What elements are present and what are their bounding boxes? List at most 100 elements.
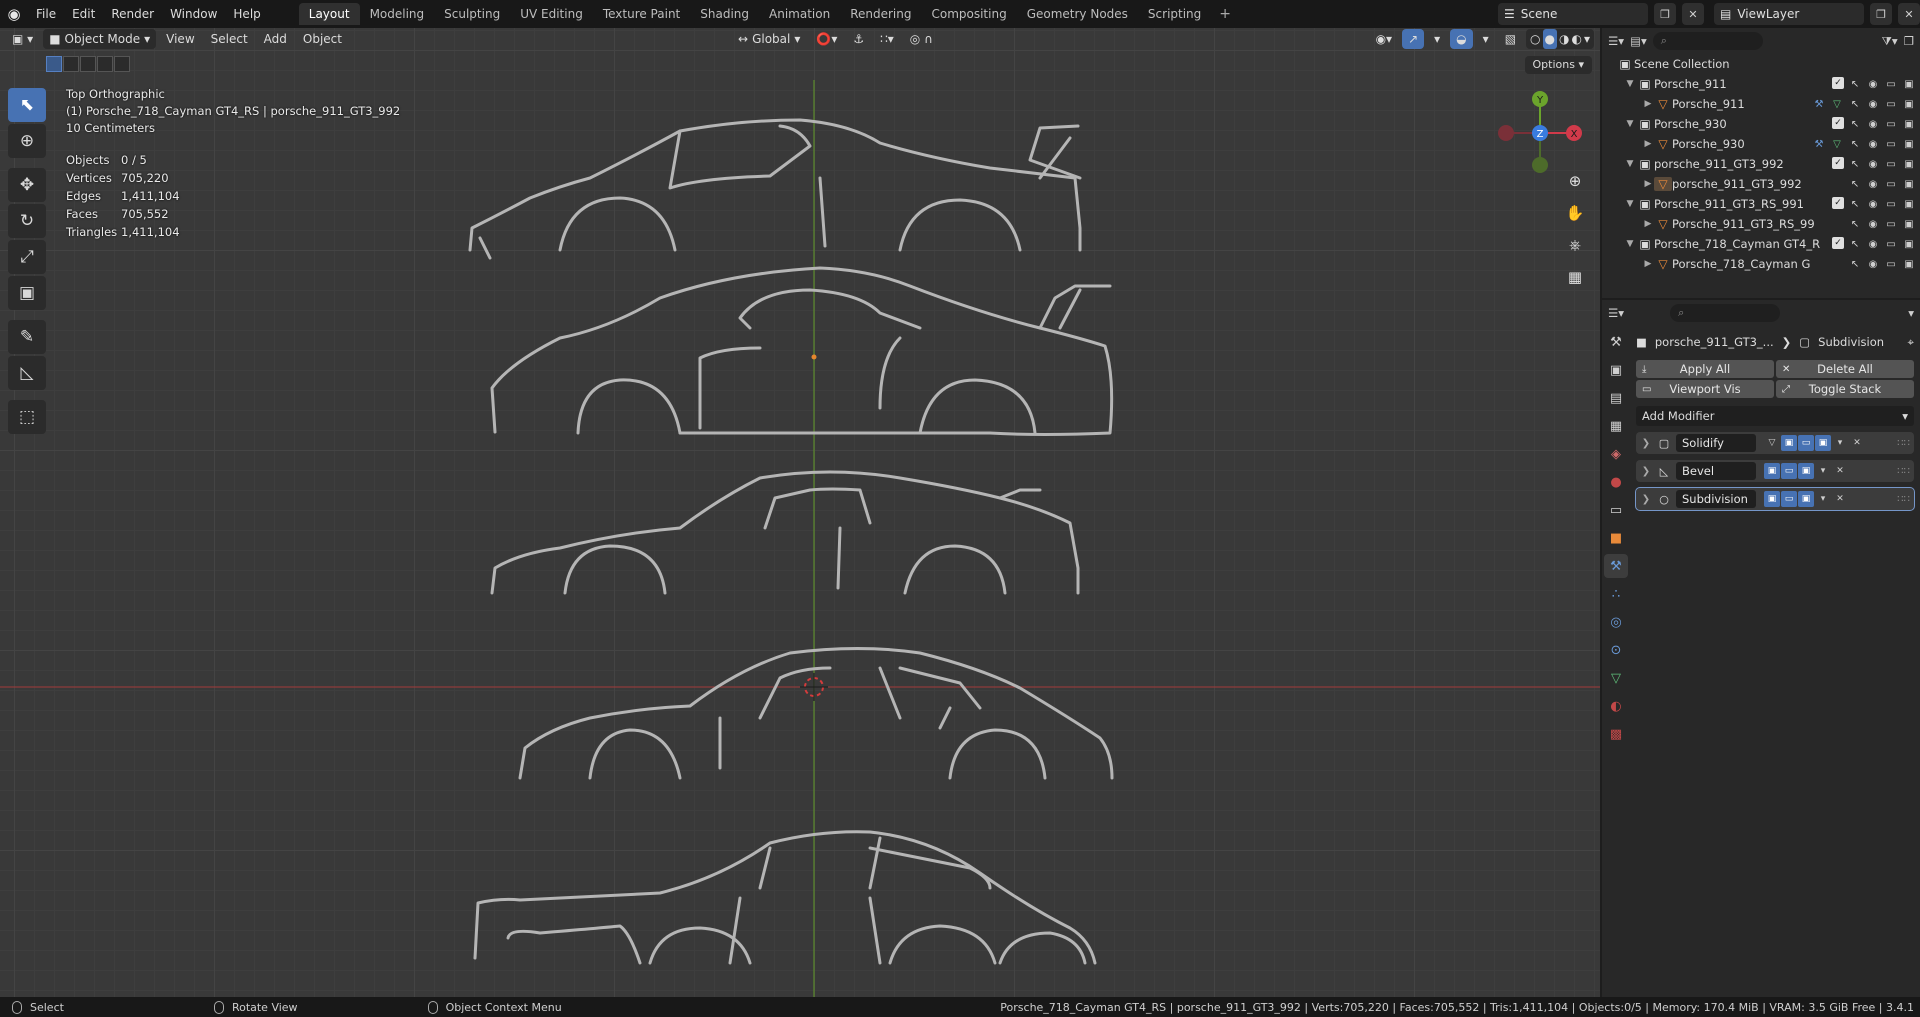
modifier-solidify[interactable]: ❯ ▢ Solidify ▽ ▣ ▭ ▣ ▾ ✕ ∷∷ [1636,432,1914,454]
eye-icon[interactable]: ◉ [1866,117,1880,131]
expand-arrow-icon[interactable]: ▶ [1642,139,1654,149]
outliner-collection-row[interactable]: ▼ ▣ Porsche_718_Cayman GT4_R ✓ ↖ ◉ ▭ ▣ [1602,234,1920,254]
solid-shading-icon[interactable]: ● [1542,29,1557,49]
add-workspace-button[interactable]: + [1211,3,1239,25]
outliner-collection-row[interactable]: ▼ ▣ Porsche_930 ✓ ↖ ◉ ▭ ▣ [1602,114,1920,134]
object-tab-icon[interactable]: ■ [1604,526,1628,550]
annotate-tool-icon[interactable]: ✎ [8,320,46,354]
render-camera-icon[interactable]: ▣ [1902,77,1916,91]
expand-arrow-icon[interactable]: ▶ [1642,259,1654,269]
zoom-icon[interactable]: ⊕ [1562,168,1588,194]
filter-icon[interactable]: ⧩▾ [1882,34,1898,49]
render-camera-icon[interactable]: ▣ [1798,491,1814,507]
chevron-down-icon[interactable]: ▾ [1832,435,1848,451]
viewport-toggle-icon[interactable]: ▭ [1884,197,1898,211]
drag-handle-icon[interactable]: ∷∷ [1897,466,1910,477]
render-camera-icon[interactable]: ▣ [1902,117,1916,131]
render-camera-icon[interactable]: ▣ [1902,217,1916,231]
delete-scene-icon[interactable]: ✕ [1682,3,1704,25]
exclude-checkbox[interactable]: ✓ [1832,157,1844,169]
tab-texture-paint[interactable]: Texture Paint [593,3,690,25]
new-scene-icon[interactable]: ❐ [1654,3,1676,25]
new-view-layer-icon[interactable]: ❐ [1870,3,1892,25]
exclude-checkbox[interactable]: ✓ [1832,117,1844,129]
select-toggle-icon[interactable]: ↖ [1848,177,1862,191]
modifier-wrench-icon[interactable]: ⚒ [1812,97,1826,111]
render-camera-icon[interactable]: ▣ [1902,237,1916,251]
menu-view[interactable]: View [160,29,200,49]
tool-tab-icon[interactable]: ⚒ [1604,330,1628,354]
render-camera-icon[interactable]: ▣ [1902,177,1916,191]
tab-scripting[interactable]: Scripting [1138,3,1211,25]
new-collection-icon[interactable]: ❐ [1904,34,1914,48]
expand-arrow-icon[interactable]: ▶ [1642,99,1654,109]
view-layer-tab-icon[interactable]: ▦ [1604,414,1628,438]
expand-arrow-icon[interactable]: ❯ [1640,494,1652,505]
overlays-icon[interactable]: ◒ [1450,29,1473,49]
render-camera-icon[interactable]: ▣ [1902,257,1916,271]
render-camera-icon[interactable]: ▣ [1902,97,1916,111]
realtime-icon[interactable]: ▭ [1781,491,1797,507]
modifier-name-field[interactable]: Bevel [1676,462,1756,480]
add-modifier-dropdown[interactable]: Add Modifier ▾ [1636,406,1914,426]
drag-handle-icon[interactable]: ∷∷ [1897,494,1910,505]
physics-tab-icon[interactable]: ◎ [1604,610,1628,634]
pan-hand-icon[interactable]: ✋ [1562,200,1588,226]
eye-icon[interactable]: ◉ [1866,197,1880,211]
rendered-shading-icon[interactable]: ◐ [1571,29,1581,49]
chevron-down-icon[interactable]: ▾ [1815,491,1831,507]
tab-modeling[interactable]: Modeling [360,3,435,25]
tab-compositing[interactable]: Compositing [921,3,1016,25]
expand-arrow-icon[interactable]: ▼ [1624,119,1636,129]
modifier-wrench-icon[interactable]: ⚒ [1812,137,1826,151]
edit-mode-icon[interactable]: ▣ [1781,435,1797,451]
material-shading-icon[interactable]: ◑ [1559,29,1569,49]
outliner-object-row[interactable]: ▶ ▽ porsche_911_GT3_992 ↖ ◉ ▭ ▣ [1602,174,1920,194]
snap-target-icon[interactable]: ∷▾ [874,29,900,49]
select-intersect-icon[interactable] [114,56,130,72]
tab-uv-editing[interactable]: UV Editing [510,3,593,25]
outliner-object-row[interactable]: ▶ ▽ Porsche_930 ⚒ ▽ ↖ ◉ ▭ ▣ [1602,134,1920,154]
menu-select[interactable]: Select [205,29,254,49]
data-tab-icon[interactable]: ▽ [1604,666,1628,690]
viewport-toggle-icon[interactable]: ▭ [1884,157,1898,171]
render-camera-icon[interactable]: ▣ [1902,197,1916,211]
chevron-down-icon[interactable]: ▾ [1815,463,1831,479]
modifier-name-field[interactable]: Solidify [1676,434,1756,452]
render-tab-icon[interactable]: ▣ [1604,358,1628,382]
chevron-down-icon[interactable]: ▾ [1908,306,1914,320]
close-icon[interactable]: ✕ [1832,463,1848,479]
mode-selector[interactable]: ■ Object Mode ▾ [43,29,157,49]
menu-edit[interactable]: Edit [64,3,103,25]
editor-type-icon[interactable]: ▣ ▾ [6,29,39,49]
outliner-collection-row[interactable]: ▼ ▣ Porsche_911_GT3_RS_991 ✓ ↖ ◉ ▭ ▣ [1602,194,1920,214]
world-tab-icon[interactable]: ● [1604,470,1628,494]
scene-tab-icon[interactable]: ◈ [1604,442,1628,466]
properties-editor-icon[interactable]: ☰▾ [1608,306,1624,320]
overlays-dropdown-icon[interactable]: ▾ [1477,29,1495,49]
eye-icon[interactable]: ◉ [1866,217,1880,231]
modifier-bevel[interactable]: ❯ ◺ Bevel ▣ ▭ ▣ ▾ ✕ ∷∷ [1636,460,1914,482]
expand-arrow-icon[interactable]: ▼ [1624,79,1636,89]
blender-logo-icon[interactable]: ◉ [0,0,28,28]
tab-rendering[interactable]: Rendering [840,3,921,25]
delete-all-button[interactable]: ✕ Delete All [1776,360,1914,378]
select-toggle-icon[interactable]: ↖ [1848,157,1862,171]
eye-icon[interactable]: ◉ [1866,97,1880,111]
viewport-toggle-icon[interactable]: ▭ [1884,137,1898,151]
properties-search-input[interactable]: ⌕ [1670,304,1781,322]
add-cube-tool-icon[interactable]: ⬚ [8,400,46,434]
select-toggle-icon[interactable]: ↖ [1848,117,1862,131]
camera-icon[interactable]: ⎈ [1562,232,1588,258]
outliner-collection-row[interactable]: ▼ ▣ porsche_911_GT3_992 ✓ ↖ ◉ ▭ ▣ [1602,154,1920,174]
mesh-data-icon[interactable]: ▽ [1830,97,1844,111]
viewport-toggle-icon[interactable]: ▭ [1884,117,1898,131]
menu-help[interactable]: Help [225,3,268,25]
particles-tab-icon[interactable]: ∴ [1604,582,1628,606]
expand-arrow-icon[interactable]: ▶ [1642,179,1654,189]
viewport-toggle-icon[interactable]: ▭ [1884,77,1898,91]
3d-viewport[interactable]: ▣ ▾ ■ Object Mode ▾ View Select Add Obje… [0,28,1600,997]
display-mode-icon[interactable]: ▤▾ [1630,34,1647,48]
expand-arrow-icon[interactable]: ▼ [1624,239,1636,249]
select-toggle-icon[interactable]: ↖ [1848,97,1862,111]
